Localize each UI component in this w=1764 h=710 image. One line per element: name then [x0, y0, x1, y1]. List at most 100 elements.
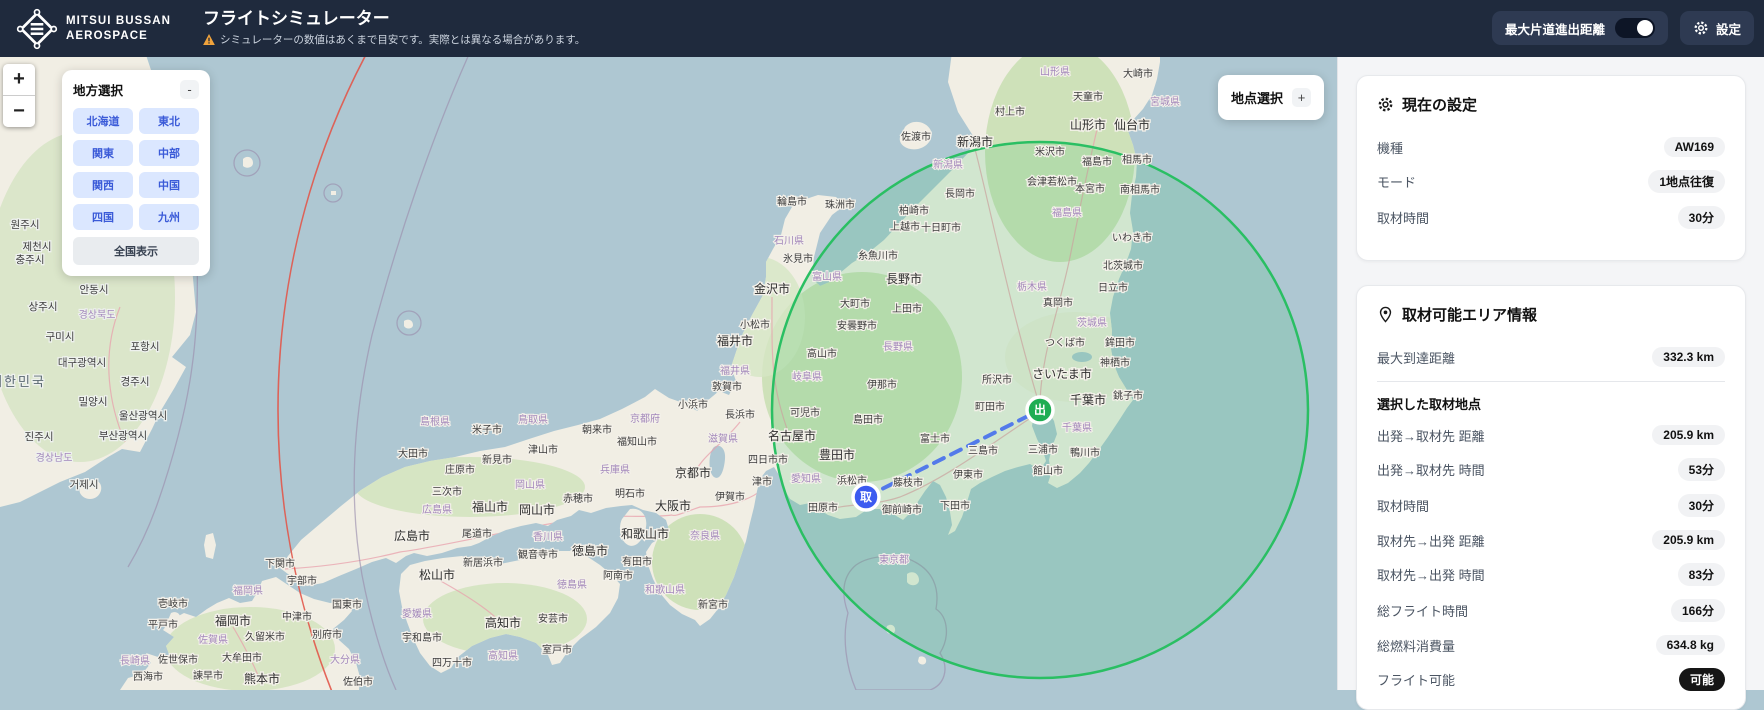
map-label: 佐賀県 [198, 634, 228, 646]
value-badge: 166分 [1670, 599, 1725, 622]
map-label: 館山市 [1033, 464, 1063, 477]
map-label: 東京都 [879, 553, 909, 566]
current-settings-card: 現在の設定 機種 AW169 モード 1地点往復 取材時間 30分 [1356, 75, 1746, 261]
map-label: 奈良県 [690, 529, 720, 542]
value-badge: 332.3 km [1652, 347, 1725, 367]
map-label: 長野県 [883, 341, 913, 353]
map-label: 真岡市 [1043, 296, 1073, 309]
value-badge: AW169 [1663, 137, 1725, 157]
map-label: 四万十市 [432, 656, 472, 669]
coverage-area-title: 取材可能エリア情報 [1402, 307, 1538, 324]
map-label: 新居浜市 [463, 556, 503, 569]
point-panel-expand-button[interactable]: + [1292, 88, 1312, 107]
info-row: 取材先→出発 距離 205.9 km [1377, 530, 1725, 550]
map-label: 伊東市 [953, 468, 983, 481]
map-label: 新潟市 [957, 134, 993, 149]
map-label: 中津市 [282, 610, 312, 623]
settings-button[interactable]: 設定 [1679, 11, 1754, 45]
map-label: 京都府 [630, 412, 660, 425]
destination-marker[interactable]: 取 [851, 482, 881, 512]
map-label: 佐渡市 [901, 130, 931, 143]
map-label: 和歌山県 [645, 583, 685, 596]
zoom-out-button[interactable]: − [3, 96, 35, 127]
map-label: 大田市 [398, 447, 428, 460]
value-badge: 83分 [1677, 563, 1725, 586]
map-label: 上田市 [892, 302, 922, 315]
map-label: 会津若松市 [1027, 175, 1077, 188]
page-title: フライトシミュレーター [203, 9, 390, 29]
map-label: 西海市 [133, 670, 163, 683]
map-label: 小松市 [740, 318, 770, 331]
map-label: 안동시 [80, 284, 109, 296]
value-badge: 53分 [1677, 458, 1725, 481]
map-label: 大牟田市 [222, 651, 262, 664]
map-label: 氷見市 [783, 252, 813, 265]
map-label: 香川県 [533, 531, 563, 543]
map-label: 千葉市 [1070, 392, 1106, 407]
map-label: 新潟県 [933, 158, 963, 171]
max-oneway-distance-label: 最大片道進出距離 [1504, 22, 1605, 37]
map-zoom-control: + − [3, 64, 35, 127]
info-row: 総燃料消費量 634.8 kg [1377, 635, 1725, 655]
region-button[interactable]: 中国 [139, 172, 199, 198]
region-button[interactable]: 関西 [73, 172, 133, 198]
region-button[interactable]: 北海道 [73, 108, 133, 134]
region-button[interactable]: 九州 [139, 204, 199, 230]
info-label: 出発→取材先 時間 [1377, 463, 1485, 478]
map-label: 壱岐市 [158, 597, 188, 610]
map-label: 可児市 [790, 406, 820, 419]
map-label: 津市 [752, 475, 772, 488]
map-label: 진주시 [25, 431, 54, 443]
map-label: 대한민국 [0, 374, 46, 389]
map-label: 高山市 [807, 347, 837, 360]
value-badge: 30分 [1677, 206, 1725, 229]
map-label: 충주시 [16, 254, 45, 266]
departure-marker[interactable]: 出 [1025, 395, 1055, 425]
map-label: 明石市 [615, 487, 645, 500]
map-label: 安芸市 [538, 612, 568, 625]
show-all-japan-button[interactable]: 全国表示 [73, 237, 199, 265]
info-row: 出発→取材先 時間 53分 [1377, 458, 1725, 481]
map-label: 京都市 [675, 465, 711, 480]
map-label: 愛媛県 [402, 607, 432, 620]
map-label: 町田市 [975, 400, 1005, 413]
map-label: 名古屋市 [768, 428, 816, 443]
map-label: 鉾田市 [1105, 336, 1135, 349]
region-button[interactable]: 東北 [139, 108, 199, 134]
map-label: 福知山市 [617, 435, 657, 448]
map-label: 福島市 [1082, 155, 1112, 168]
region-button[interactable]: 中部 [139, 140, 199, 166]
zoom-in-button[interactable]: + [3, 64, 35, 96]
map-label: 金沢市 [754, 281, 790, 296]
region-button[interactable]: 四国 [73, 204, 133, 230]
map-label: 상주시 [29, 301, 58, 313]
map-label: 大町市 [840, 297, 870, 310]
map-label: 岡山市 [519, 502, 555, 517]
value-badge: 205.9 km [1652, 530, 1725, 550]
mitsui-bussan-aerospace-logo [16, 8, 58, 50]
flight-simulator-app: { "header": { "brand1": "MITSUI BUSSAN",… [0, 0, 1764, 710]
map-label: 下関市 [265, 557, 295, 570]
map-label: 長崎県 [120, 654, 150, 667]
map-label: 경주시 [121, 375, 150, 388]
region-panel-collapse-button[interactable]: - [180, 80, 199, 99]
map-label: 宇部市 [287, 574, 317, 587]
map-label: 島田市 [853, 413, 883, 426]
map-label: 大阪市 [655, 498, 691, 513]
map-label: 長浜市 [725, 408, 755, 421]
map-label: 岐阜県 [792, 370, 822, 383]
info-label: 出発→取材先 距離 [1377, 428, 1485, 444]
region-button[interactable]: 関東 [73, 140, 133, 166]
map-label: 十日町市 [921, 221, 961, 234]
map-label: 所沢市 [982, 373, 1012, 386]
max-oneway-distance-switch[interactable] [1614, 18, 1655, 38]
info-label: 取材時間 [1377, 499, 1430, 514]
map-label: つくば市 [1045, 336, 1085, 349]
map-label: 南相馬市 [1120, 183, 1160, 196]
map-canvas[interactable]: 山形県 大崎市 天童市 宮城県 村上市 山形市 仙台市 佐渡市 新潟市 米沢市 福島市 相馬市 新潟県会… [0, 57, 1337, 690]
region-panel-title: 地方選択 [73, 84, 124, 98]
info-row: 出発→取材先 距離 205.9 km [1377, 425, 1725, 445]
max-oneway-distance-toggle-button[interactable]: 最大片道進出距離 [1491, 11, 1668, 45]
current-settings-title: 現在の設定 [1402, 97, 1478, 114]
point-select-panel: 地点選択 + [1218, 75, 1325, 120]
